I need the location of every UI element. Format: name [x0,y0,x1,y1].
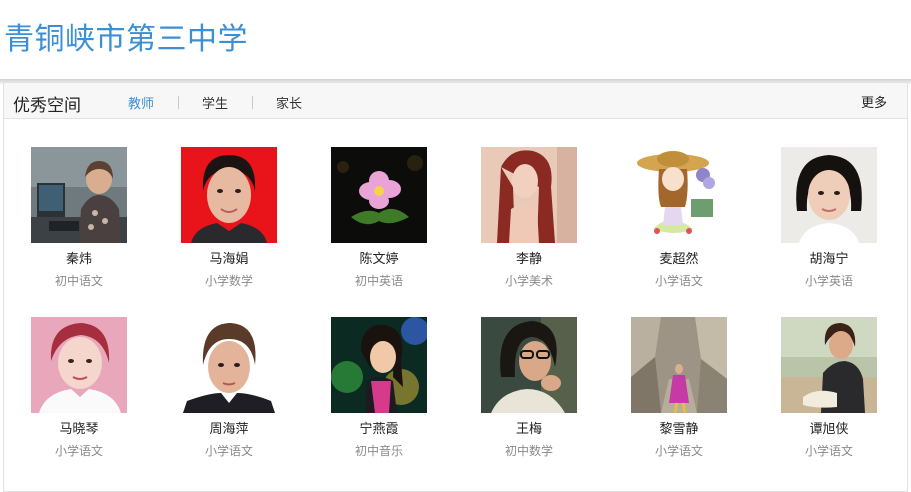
teacher-avatar[interactable] [331,317,427,413]
tab-divider [252,96,254,109]
teacher-card[interactable]: 秦炜 初中语文 [4,147,154,288]
teacher-subject: 初中语文 [54,274,103,288]
teacher-subject: 小学英语 [804,274,853,288]
teacher-subject: 小学数学 [204,274,253,288]
teacher-name[interactable]: 王梅 [454,422,604,438]
teacher-name[interactable]: 马海娟 [154,252,304,268]
teacher-subject: 小学语文 [804,444,853,458]
teacher-subject: 小学语文 [654,444,703,458]
teacher-avatar[interactable] [631,147,727,243]
teacher-name[interactable]: 陈文婷 [304,252,454,268]
teacher-avatar[interactable] [331,147,427,243]
panel-title: 优秀空间 [13,96,81,116]
teacher-card[interactable]: 陈文婷 初中英语 [304,147,454,288]
teacher-card[interactable]: 谭旭侠 小学语文 [754,317,904,458]
tab-parents[interactable]: 家长 [276,93,302,112]
teacher-name[interactable]: 秦炜 [4,252,154,268]
teacher-name[interactable]: 谭旭侠 [754,422,904,438]
teacher-card[interactable]: 马海娟 小学数学 [154,147,304,288]
teacher-avatar[interactable] [31,317,127,413]
teacher-avatar[interactable] [781,147,877,243]
teacher-avatar[interactable] [481,317,577,413]
teacher-card[interactable]: 黎雪静 小学语文 [604,317,754,458]
teacher-name[interactable]: 胡海宁 [754,252,904,268]
teacher-name[interactable]: 周海萍 [154,422,304,438]
teacher-card[interactable]: 麦超然 小学语文 [604,147,754,288]
teacher-avatar[interactable] [781,317,877,413]
teacher-subject: 初中音乐 [354,444,403,458]
tab-bar: 教师 学生 家长 [128,93,302,112]
teacher-card[interactable]: 马晓琴 小学语文 [4,317,154,458]
teacher-subject: 小学语文 [54,444,103,458]
teacher-card[interactable]: 宁燕霞 初中音乐 [304,317,454,458]
teacher-name[interactable]: 马晓琴 [4,422,154,438]
teacher-subject: 小学语文 [204,444,253,458]
teacher-name[interactable]: 麦超然 [604,252,754,268]
teacher-avatar[interactable] [181,147,277,243]
teacher-subject: 小学美术 [504,274,553,288]
panel-header: 优秀空间 教师 学生 家长 更多 [4,83,907,119]
more-link[interactable]: 更多 [861,92,887,111]
tab-divider [178,96,180,109]
teacher-card[interactable]: 胡海宁 小学英语 [754,147,904,288]
teacher-subject: 小学语文 [654,274,703,288]
tab-students[interactable]: 学生 [202,93,228,112]
teacher-name[interactable]: 李静 [454,252,604,268]
tab-teachers[interactable]: 教师 [128,93,154,112]
teacher-avatar[interactable] [31,147,127,243]
site-title[interactable]: 青铜峡市第三中学 [4,14,248,58]
site-header: 青铜峡市第三中学 [0,0,911,80]
teacher-avatar[interactable] [631,317,727,413]
teacher-card[interactable]: 王梅 初中数学 [454,317,604,458]
teacher-name[interactable]: 黎雪静 [604,422,754,438]
teacher-card[interactable]: 周海萍 小学语文 [154,317,304,458]
teacher-name[interactable]: 宁燕霞 [304,422,454,438]
teacher-subject: 初中英语 [354,274,403,288]
teacher-avatar[interactable] [481,147,577,243]
teacher-card[interactable]: 李静 小学美术 [454,147,604,288]
teacher-subject: 初中数学 [504,444,553,458]
teacher-avatar[interactable] [181,317,277,413]
